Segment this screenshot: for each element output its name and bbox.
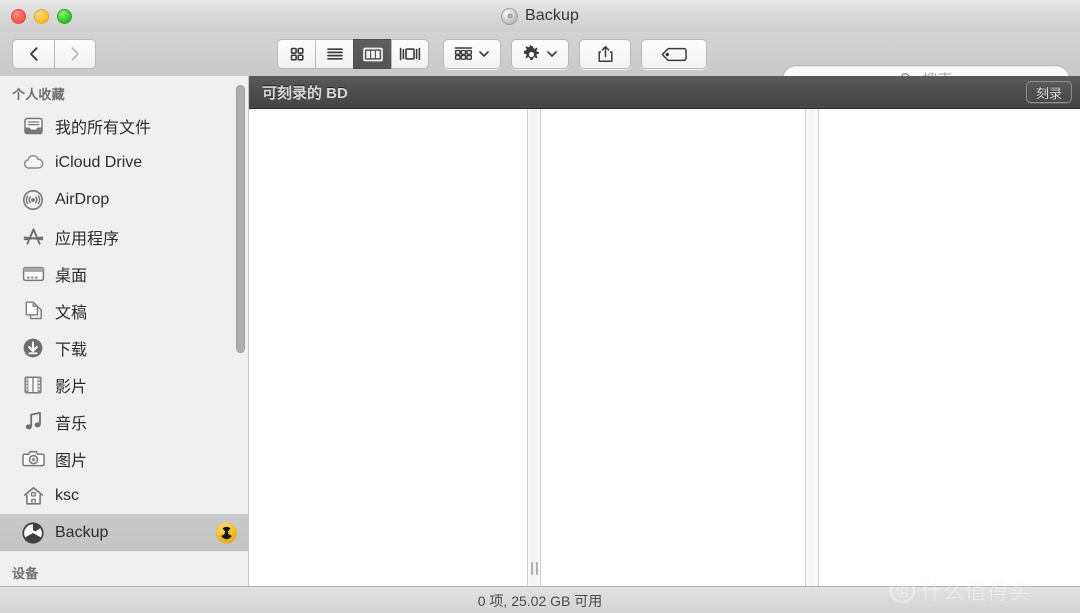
all-my-files-icon <box>20 114 46 138</box>
sidebar-item-label: 下载 <box>55 341 88 359</box>
navigation-buttons <box>12 39 96 69</box>
list-icon <box>326 48 343 60</box>
sidebar[interactable]: 个人收藏 我的所有文件 iCloud Drive AirDrop 应用程序 桌面… <box>0 76 249 586</box>
applications-icon <box>20 225 46 249</box>
gear-icon <box>523 44 540 60</box>
sidebar-item-backup[interactable]: Backup <box>0 514 248 551</box>
desktop-icon <box>20 262 46 286</box>
chevron-left-icon <box>29 47 38 61</box>
sidebar-item-pictures[interactable]: 图片 <box>0 440 248 477</box>
sidebar-item-label: Backup <box>55 523 109 541</box>
sidebar-item-all-my-files[interactable]: 我的所有文件 <box>0 107 248 144</box>
view-switcher <box>277 39 429 69</box>
share-button[interactable] <box>579 39 631 69</box>
disc-icon <box>501 7 519 25</box>
share-icon <box>597 45 613 62</box>
sidebar-item-movies[interactable]: 影片 <box>0 366 248 403</box>
burn-folder-icon <box>20 521 46 545</box>
sidebar-item-icloud-drive[interactable]: iCloud Drive <box>0 144 248 181</box>
arrange-grid-icon <box>454 47 473 60</box>
chevron-down-icon <box>547 51 557 57</box>
sidebar-scrollbar[interactable] <box>236 85 245 353</box>
window-title: Backup <box>525 7 579 24</box>
column-resize-grip[interactable] <box>527 560 541 576</box>
documents-icon <box>20 299 46 323</box>
chevron-down-icon <box>479 51 489 57</box>
coverflow-icon <box>399 47 421 61</box>
column-2[interactable] <box>541 109 805 586</box>
status-text: 0 项, 25.02 GB 可用 <box>477 592 603 609</box>
list-view-button[interactable] <box>315 39 353 69</box>
column-3[interactable] <box>819 109 1080 586</box>
sidebar-section-devices-header: 设备 <box>12 566 39 581</box>
sidebar-item-label: 我的所有文件 <box>55 119 152 137</box>
sidebar-item-label: 文稿 <box>55 304 88 322</box>
sidebar-item-label: 图片 <box>55 452 88 470</box>
sidebar-item-music[interactable]: 音乐 <box>0 403 248 440</box>
sidebar-item-airdrop[interactable]: AirDrop <box>0 181 248 218</box>
back-button[interactable] <box>12 39 54 69</box>
sidebar-item-desktop[interactable]: 桌面 <box>0 255 248 292</box>
downloads-icon <box>20 336 46 360</box>
burn-button[interactable]: 刻录 <box>1025 81 1072 103</box>
column-view-button[interactable] <box>353 39 391 69</box>
coverflow-view-button[interactable] <box>391 39 429 69</box>
music-icon <box>20 410 46 434</box>
grid-icon <box>290 47 304 61</box>
burn-bar: 可刻录的 BD 刻录 <box>249 76 1080 109</box>
finder-window: Backup 个人收藏 我的所有文件 iCloud Drive AirDrop … <box>0 0 1080 613</box>
sidebar-item-downloads[interactable]: 下载 <box>0 329 248 366</box>
sidebar-section-favorites-header: 个人收藏 <box>12 87 65 102</box>
movies-icon <box>20 373 46 397</box>
icloud-icon <box>20 151 46 175</box>
sidebar-item-label: 应用程序 <box>55 230 120 248</box>
burn-button-label: 刻录 <box>1035 85 1062 101</box>
home-icon <box>20 484 46 508</box>
column-divider-1[interactable] <box>527 109 541 586</box>
sidebar-item-documents[interactable]: 文稿 <box>0 292 248 329</box>
columns-icon <box>362 47 383 61</box>
content-area: 可刻录的 BD 刻录 <box>249 76 1080 586</box>
tag-icon <box>661 47 687 61</box>
sidebar-item-label: 音乐 <box>55 415 88 433</box>
airdrop-icon <box>20 188 46 212</box>
sidebar-item-label: 桌面 <box>55 267 88 285</box>
status-bar: 0 项, 25.02 GB 可用 <box>0 586 1080 613</box>
toolbar: 搜索 <box>0 32 1080 93</box>
sidebar-item-applications[interactable]: 应用程序 <box>0 218 248 255</box>
burn-bar-label: 可刻录的 BD <box>262 84 348 102</box>
sidebar-item-label: iCloud Drive <box>55 153 143 171</box>
sidebar-item-home[interactable]: ksc <box>0 477 248 514</box>
icon-view-button[interactable] <box>277 39 315 69</box>
chevron-right-icon <box>71 47 79 61</box>
forward-button[interactable] <box>54 39 96 69</box>
sidebar-item-label: ksc <box>55 486 79 504</box>
sidebar-item-label: 影片 <box>55 378 88 396</box>
tag-button[interactable] <box>641 39 707 69</box>
title-bar: Backup <box>0 0 1080 33</box>
burn-badge-icon[interactable] <box>216 522 237 543</box>
action-menu-button[interactable] <box>511 39 569 69</box>
pictures-icon <box>20 447 46 471</box>
sidebar-item-label: AirDrop <box>55 190 110 208</box>
column-divider-2[interactable] <box>805 109 819 586</box>
window-title-group: Backup <box>0 0 1080 32</box>
column-view <box>249 109 1080 586</box>
column-1[interactable] <box>249 109 527 586</box>
arrange-button[interactable] <box>443 39 501 69</box>
